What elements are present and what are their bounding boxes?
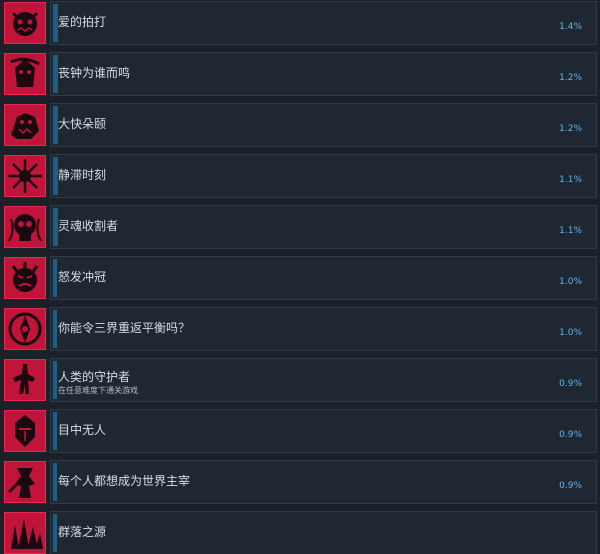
unlock-percentage: 1.1%: [559, 175, 582, 185]
unlock-progress-bar: [53, 361, 57, 399]
achievement-title: 大快朵颐: [58, 117, 107, 131]
unlock-progress-bar: [53, 463, 57, 501]
achievement-title: 你能令三界重返平衡吗？: [58, 321, 191, 335]
balance-emblem-icon: [4, 308, 46, 350]
beast-icon: [4, 104, 46, 146]
achievement-row[interactable]: 怒发冲冠 1.0%: [0, 255, 600, 301]
guardian-silhouette-icon: [4, 359, 46, 401]
achievement-card: 人类的守护者在任意难度下通关游戏 0.9%: [50, 358, 597, 402]
crystal-cluster-icon: [4, 512, 46, 554]
achievement-title: 每个人都想成为世界主宰: [58, 474, 191, 488]
achievement-title: 爱的拍打: [58, 15, 107, 29]
unlock-percentage: 1.0%: [559, 328, 582, 338]
demon-face-icon: [4, 2, 46, 44]
achievement-title: 灵魂收割者: [58, 219, 119, 233]
unlock-percentage: 1.0%: [559, 277, 582, 287]
rage-face-icon: [4, 257, 46, 299]
achievement-description: 在任意难度下通关游戏: [58, 386, 138, 395]
achievement-title: 人类的守护者: [58, 370, 131, 384]
achievement-title: 目中无人: [58, 423, 107, 437]
achievement-row[interactable]: 丧钟为谁而鸣 1.2%: [0, 51, 600, 97]
achievement-card: 丧钟为谁而鸣 1.2%: [50, 52, 597, 96]
achievement-row[interactable]: 灵魂收割者 1.1%: [0, 204, 600, 250]
achievement-title: 怒发冲冠: [58, 270, 107, 284]
unlock-percentage: 0.9%: [559, 481, 582, 491]
achievement-row[interactable]: 你能令三界重返平衡吗？ 1.0%: [0, 306, 600, 352]
achievement-card: 静滞时刻 1.1%: [50, 154, 597, 198]
achievement-list: 爱的拍打 1.4% 丧钟为谁而鸣 1.2% 大快朵颐 1.2% 静滞时刻 1.1% 灵魂收割者 1…: [0, 0, 600, 554]
starburst-icon: [4, 155, 46, 197]
achievement-title: 静滞时刻: [58, 168, 107, 182]
unlock-percentage: 0.9%: [559, 430, 582, 440]
unlock-progress-bar: [53, 259, 57, 297]
unlock-percentage: 1.1%: [559, 226, 582, 236]
soul-skull-icon: [4, 206, 46, 248]
achievement-card: 爱的拍打 1.4%: [50, 1, 597, 45]
achievement-row[interactable]: 人类的守护者在任意难度下通关游戏 0.9%: [0, 357, 600, 403]
unlock-percentage: 1.2%: [559, 124, 582, 134]
achievement-card: 灵魂收割者 1.1%: [50, 205, 597, 249]
unlock-percentage: 1.2%: [559, 73, 582, 83]
achievement-card: 每个人都想成为世界主宰 0.9%: [50, 460, 597, 504]
achievement-row[interactable]: 群落之源: [0, 510, 600, 554]
warrior-icon: [4, 461, 46, 503]
helmet-icon: [4, 410, 46, 452]
achievement-row[interactable]: 每个人都想成为世界主宰 0.9%: [0, 459, 600, 505]
achievement-card: 你能令三界重返平衡吗？ 1.0%: [50, 307, 597, 351]
unlock-progress-bar: [53, 514, 57, 552]
achievement-card: 群落之源: [50, 511, 597, 554]
achievement-row[interactable]: 爱的拍打 1.4%: [0, 0, 600, 46]
achievement-row[interactable]: 静滞时刻 1.1%: [0, 153, 600, 199]
achievement-card: 大快朵颐 1.2%: [50, 103, 597, 147]
achievement-row[interactable]: 大快朵颐 1.2%: [0, 102, 600, 148]
achievement-title: 丧钟为谁而鸣: [58, 66, 131, 80]
reaper-icon: [4, 53, 46, 95]
unlock-progress-bar: [53, 310, 57, 348]
unlock-progress-bar: [53, 412, 57, 450]
achievement-card: 目中无人 0.9%: [50, 409, 597, 453]
achievement-card: 怒发冲冠 1.0%: [50, 256, 597, 300]
achievement-row[interactable]: 目中无人 0.9%: [0, 408, 600, 454]
achievement-title: 群落之源: [58, 525, 107, 539]
unlock-percentage: 0.9%: [559, 379, 582, 389]
unlock-percentage: 1.4%: [559, 22, 582, 32]
